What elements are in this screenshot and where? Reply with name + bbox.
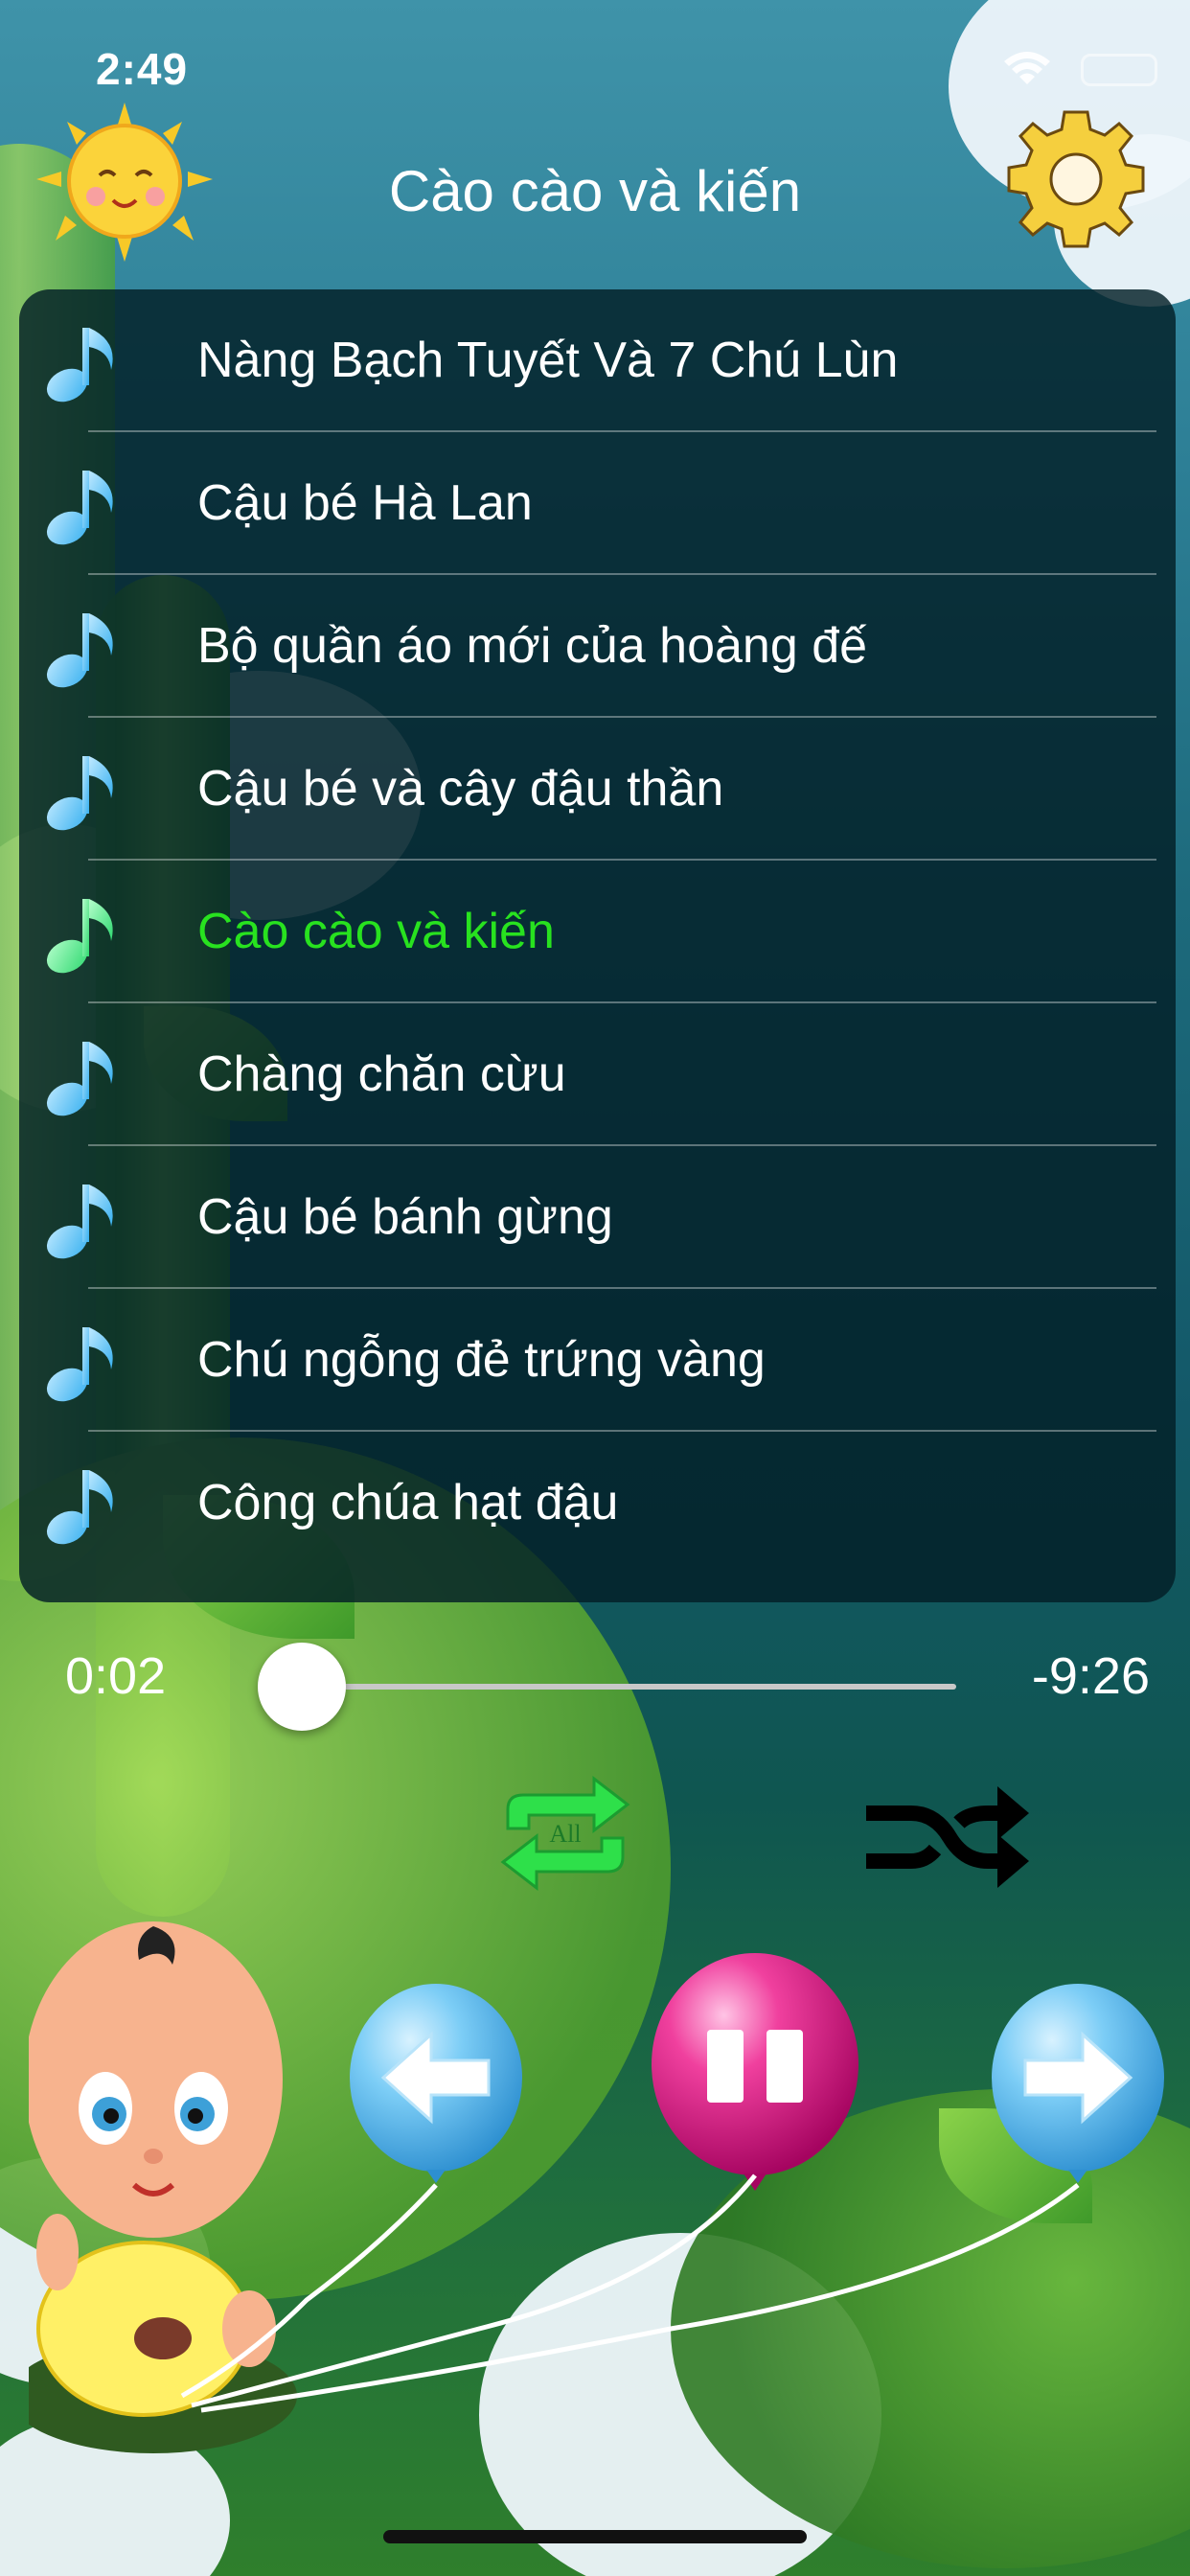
repeat-all-button[interactable]: All <box>489 1771 642 1896</box>
music-note-icon <box>46 899 113 974</box>
playlist-item[interactable]: Chú ngỗng đẻ trứng vàng <box>19 1289 1176 1432</box>
balloon-strings <box>180 2174 1080 2413</box>
progress-thumb[interactable] <box>258 1643 347 1731</box>
music-note-icon <box>46 613 113 688</box>
playlist-item-label: Chàng chăn cừu <box>197 1046 566 1102</box>
music-note-icon <box>46 1327 113 1402</box>
remaining-time: -9:26 <box>1031 1647 1150 1705</box>
music-note-icon <box>46 1470 113 1545</box>
battery-icon <box>1081 54 1157 86</box>
status-time: 2:49 <box>96 44 189 94</box>
playlist-item-label: Cậu bé bánh gừng <box>197 1189 613 1245</box>
home-indicator[interactable] <box>383 2530 807 2543</box>
playlist-item-label: Cào cào và kiến <box>197 904 555 959</box>
playlist-item[interactable]: Bộ quần áo mới của hoàng đế <box>19 575 1176 718</box>
playlist-item[interactable]: Cậu bé và cây đậu thần <box>19 718 1176 861</box>
playlist-item[interactable]: Nàng Bạch Tuyết Và 7 Chú Lùn <box>19 289 1176 432</box>
playlist-item[interactable]: Cậu bé bánh gừng <box>19 1146 1176 1289</box>
playlist-item[interactable]: Công chúa hạt đậu <box>19 1432 1176 1575</box>
playlist-item-label: Cậu bé Hà Lan <box>197 475 533 531</box>
playlist-item-label: Cậu bé và cây đậu thần <box>197 761 724 816</box>
shuffle-icon[interactable] <box>858 1775 1031 1899</box>
playlist-item[interactable]: Cào cào và kiến <box>19 861 1176 1003</box>
playlist-item-label: Công chúa hạt đậu <box>197 1475 619 1530</box>
repeat-all-label: All <box>549 1820 581 1848</box>
playlist-item-label: Bộ quần áo mới của hoàng đế <box>197 618 868 674</box>
music-note-icon <box>46 1184 113 1259</box>
music-note-icon <box>46 756 113 831</box>
playlist-panel: Nàng Bạch Tuyết Và 7 Chú Lùn Cậu bé Hà La… <box>19 289 1176 1602</box>
music-note-icon <box>46 471 113 545</box>
playlist-item[interactable]: Cậu bé Hà Lan <box>19 432 1176 575</box>
playlist-item-label: Nàng Bạch Tuyết Và 7 Chú Lùn <box>197 333 899 388</box>
music-note-icon <box>46 328 113 402</box>
playlist-item-label: Chú ngỗng đẻ trứng vàng <box>197 1332 766 1388</box>
elapsed-time: 0:02 <box>65 1647 167 1705</box>
playlist-item[interactable]: Chàng chăn cừu <box>19 1003 1176 1146</box>
gear-icon[interactable] <box>1004 107 1148 251</box>
progress-track[interactable] <box>287 1684 956 1690</box>
wifi-icon <box>1004 52 1050 84</box>
music-note-icon <box>46 1042 113 1116</box>
